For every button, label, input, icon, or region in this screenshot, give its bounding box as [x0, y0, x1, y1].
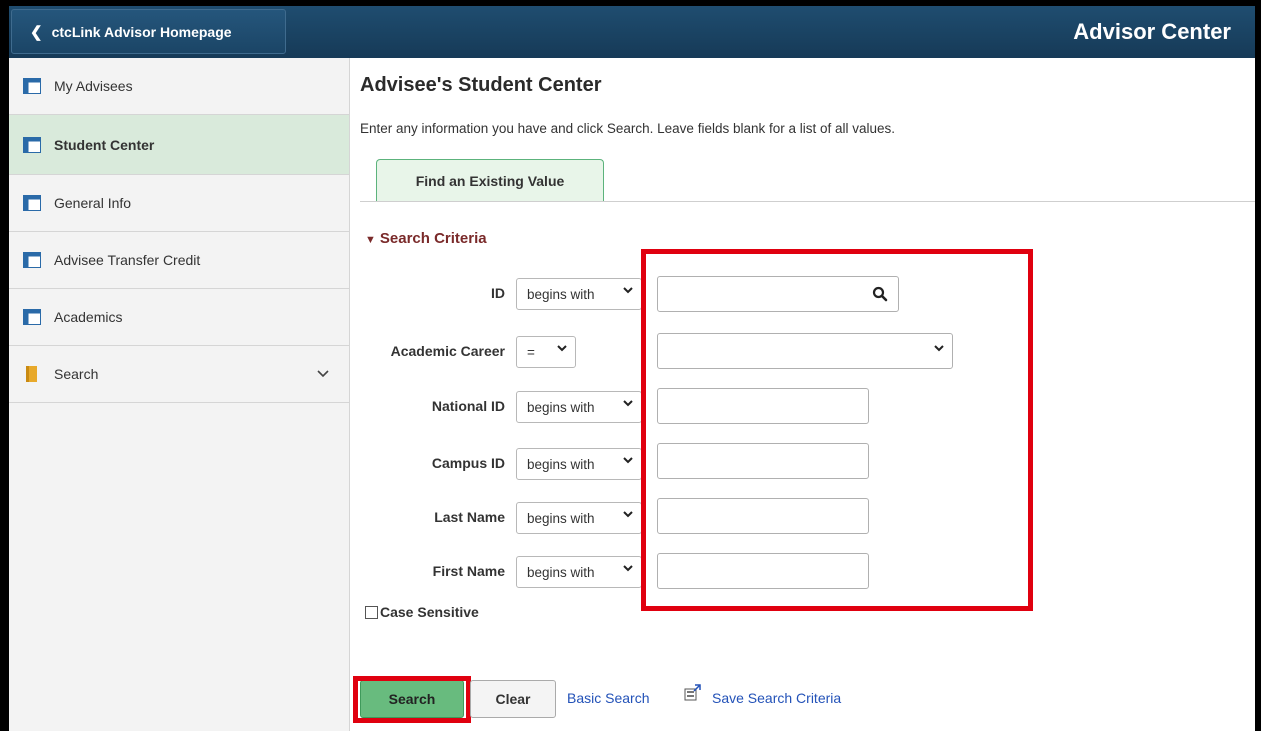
- clear-button[interactable]: Clear: [470, 680, 556, 718]
- sidebar-item-student-center[interactable]: Student Center: [9, 115, 349, 175]
- sidebar-item-label: Search: [54, 366, 99, 382]
- instructions-text: Enter any information you have and click…: [360, 121, 896, 136]
- app-header: ❮ ctcLink Advisor Homepage Advisor Cente…: [9, 6, 1255, 58]
- page-title: Advisee's Student Center: [360, 74, 602, 96]
- campus-id-operator-select[interactable]: begins with: [516, 448, 642, 480]
- main-content: Advisee's Student Center Enter any infor…: [350, 58, 1255, 731]
- academic-career-label: Academic Career: [390, 343, 505, 359]
- chevron-down-icon: [557, 345, 567, 352]
- grid-page-icon: [23, 78, 41, 94]
- sidebar-item-label: General Info: [54, 195, 132, 211]
- chevron-left-icon: ❮: [30, 23, 43, 41]
- national-id-operator-select[interactable]: begins with: [516, 391, 642, 423]
- folder-icon: [26, 366, 37, 382]
- sidebar-item-label: Academics: [54, 309, 123, 325]
- highlight-box-search: [353, 676, 471, 723]
- chevron-down-icon: [623, 457, 633, 464]
- chevron-down-icon: [623, 511, 633, 518]
- id-label: ID: [491, 285, 505, 301]
- chevron-down-icon: [623, 565, 633, 572]
- sidebar-item-general-info[interactable]: General Info: [9, 175, 349, 232]
- save-search-icon[interactable]: [684, 684, 702, 702]
- tab-divider: [360, 201, 1255, 202]
- case-sensitive-checkbox[interactable]: [365, 605, 378, 619]
- case-sensitive-option[interactable]: Case Sensitive: [365, 604, 479, 620]
- sidebar-item-search[interactable]: Search: [9, 346, 349, 403]
- last-name-operator-select[interactable]: begins with: [516, 502, 642, 534]
- sidebar-item-my-advisees[interactable]: My Advisees: [9, 58, 349, 115]
- sidebar-item-academics[interactable]: Academics: [9, 289, 349, 346]
- triangle-down-icon: ▼: [365, 234, 376, 246]
- sidebar-item-label: Student Center: [54, 136, 155, 153]
- operator-value: begins with: [527, 456, 595, 472]
- sidebar-nav: My Advisees Student Center General Info …: [9, 58, 350, 731]
- highlight-box-fields: [641, 249, 1033, 611]
- grid-page-icon: [23, 136, 41, 153]
- campus-id-label: Campus ID: [431, 455, 505, 471]
- case-sensitive-label: Case Sensitive: [380, 604, 479, 620]
- operator-value: begins with: [527, 286, 595, 302]
- chevron-down-icon: [623, 287, 633, 294]
- chevron-down-icon: [623, 400, 633, 407]
- save-search-criteria-link[interactable]: Save Search Criteria: [712, 690, 841, 706]
- first-name-label: First Name: [432, 563, 505, 579]
- grid-page-icon: [23, 195, 41, 211]
- id-operator-select[interactable]: begins with: [516, 278, 642, 310]
- operator-value: begins with: [527, 564, 595, 580]
- operator-value: begins with: [527, 399, 595, 415]
- last-name-label: Last Name: [434, 509, 505, 525]
- grid-page-icon: [23, 309, 41, 325]
- basic-search-link[interactable]: Basic Search: [567, 690, 649, 706]
- back-to-homepage-button[interactable]: ❮ ctcLink Advisor Homepage: [11, 9, 286, 54]
- operator-value: begins with: [527, 510, 595, 526]
- tab-find-existing-value[interactable]: Find an Existing Value: [376, 159, 604, 201]
- academic-career-operator-select[interactable]: =: [516, 336, 576, 368]
- first-name-operator-select[interactable]: begins with: [516, 556, 642, 588]
- app-title: Advisor Center: [1073, 19, 1231, 44]
- search-criteria-heading: Search Criteria: [379, 230, 487, 247]
- grid-page-icon: [23, 252, 41, 268]
- sidebar-item-advisee-transfer-credit[interactable]: Advisee Transfer Credit: [9, 232, 349, 289]
- national-id-label: National ID: [431, 398, 505, 414]
- sidebar-item-label: Advisee Transfer Credit: [54, 252, 201, 268]
- search-criteria-toggle[interactable]: ▼ Search Criteria: [365, 230, 487, 247]
- operator-value: =: [527, 344, 535, 360]
- sidebar-item-label: My Advisees: [54, 78, 133, 94]
- back-button-label: ctcLink Advisor Homepage: [51, 23, 232, 40]
- chevron-down-icon[interactable]: [317, 370, 329, 378]
